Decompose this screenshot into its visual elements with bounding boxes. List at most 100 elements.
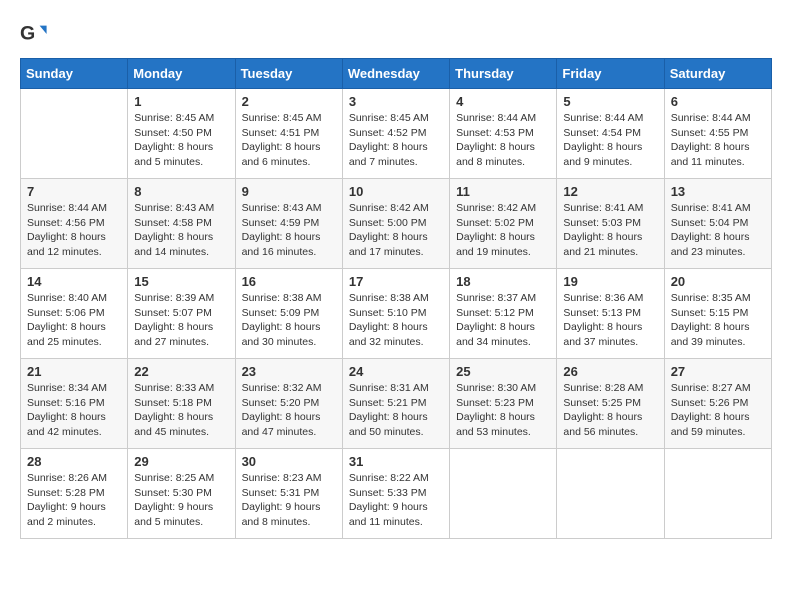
calendar-cell: 5Sunrise: 8:44 AMSunset: 4:54 PMDaylight… <box>557 89 664 179</box>
day-number: 13 <box>671 184 765 199</box>
calendar-cell: 6Sunrise: 8:44 AMSunset: 4:55 PMDaylight… <box>664 89 771 179</box>
day-number: 21 <box>27 364 121 379</box>
day-number: 31 <box>349 454 443 469</box>
day-info: Sunrise: 8:38 AMSunset: 5:10 PMDaylight:… <box>349 291 443 350</box>
day-info: Sunrise: 8:45 AMSunset: 4:51 PMDaylight:… <box>242 111 336 170</box>
day-number: 29 <box>134 454 228 469</box>
calendar-cell: 23 Sunrise: 8:32 AMSunset: 5:20 PMDayligh… <box>235 359 342 449</box>
day-info: Sunrise: 8:38 AMSunset: 5:09 PMDaylight:… <box>242 291 336 350</box>
day-number: 2 <box>242 94 336 109</box>
day-info: Sunrise: 8:33 AMSunset: 5:18 PMDaylight:… <box>134 381 228 440</box>
day-info: Sunrise: 8:44 AMSunset: 4:54 PMDaylight:… <box>563 111 657 170</box>
day-info: Sunrise: 8:45 AMSunset: 4:50 PMDaylight:… <box>134 111 228 170</box>
svg-text:G: G <box>20 23 35 45</box>
day-number: 27 <box>671 364 765 379</box>
day-info: Sunrise: 8:36 AMSunset: 5:13 PMDaylight:… <box>563 291 657 350</box>
day-info: Sunrise: 8:30 AMSunset: 5:23 PMDaylight:… <box>456 381 550 440</box>
day-info: Sunrise: 8:37 AMSunset: 5:12 PMDaylight:… <box>456 291 550 350</box>
day-number: 9 <box>242 184 336 199</box>
day-number: 28 <box>27 454 121 469</box>
day-number: 30 <box>242 454 336 469</box>
day-number: 24 <box>349 364 443 379</box>
day-number: 3 <box>349 94 443 109</box>
day-number: 16 <box>242 274 336 289</box>
day-number: 26 <box>563 364 657 379</box>
day-info: Sunrise: 8:43 AMSunset: 4:58 PMDaylight:… <box>134 201 228 260</box>
day-info: Sunrise: 8:42 AMSunset: 5:00 PMDaylight:… <box>349 201 443 260</box>
day-info: Sunrise: 8:34 AMSunset: 5:16 PMDaylight:… <box>27 381 121 440</box>
calendar-cell: 26 Sunrise: 8:28 AMSunset: 5:25 PMDayligh… <box>557 359 664 449</box>
calendar-cell: 20Sunrise: 8:35 AMSunset: 5:15 PMDayligh… <box>664 269 771 359</box>
day-number: 20 <box>671 274 765 289</box>
calendar-cell: 14 Sunrise: 8:40 AMSunset: 5:06 PMDayligh… <box>21 269 128 359</box>
day-info: Sunrise: 8:43 AMSunset: 4:59 PMDaylight:… <box>242 201 336 260</box>
calendar-cell: 1 Sunrise: 8:45 AMSunset: 4:50 PMDaylight… <box>128 89 235 179</box>
day-info: Sunrise: 8:44 AMSunset: 4:53 PMDaylight:… <box>456 111 550 170</box>
day-info: Sunrise: 8:45 AMSunset: 4:52 PMDaylight:… <box>349 111 443 170</box>
day-info: Sunrise: 8:26 AMSunset: 5:28 PMDaylight:… <box>27 471 121 530</box>
calendar-cell <box>664 449 771 539</box>
calendar-cell: 21 Sunrise: 8:34 AMSunset: 5:16 PMDayligh… <box>21 359 128 449</box>
day-info: Sunrise: 8:44 AMSunset: 4:56 PMDaylight:… <box>27 201 121 260</box>
calendar-cell: 4 Sunrise: 8:44 AMSunset: 4:53 PMDaylight… <box>450 89 557 179</box>
day-info: Sunrise: 8:32 AMSunset: 5:20 PMDaylight:… <box>242 381 336 440</box>
day-number: 11 <box>456 184 550 199</box>
day-of-week-header: Wednesday <box>342 59 449 89</box>
day-number: 14 <box>27 274 121 289</box>
day-info: Sunrise: 8:42 AMSunset: 5:02 PMDaylight:… <box>456 201 550 260</box>
day-of-week-header: Monday <box>128 59 235 89</box>
calendar-cell: 2 Sunrise: 8:45 AMSunset: 4:51 PMDaylight… <box>235 89 342 179</box>
calendar-cell: 13Sunrise: 8:41 AMSunset: 5:04 PMDayligh… <box>664 179 771 269</box>
day-info: Sunrise: 8:28 AMSunset: 5:25 PMDaylight:… <box>563 381 657 440</box>
calendar-cell: 29 Sunrise: 8:25 AMSunset: 5:30 PMDayligh… <box>128 449 235 539</box>
day-of-week-header: Friday <box>557 59 664 89</box>
calendar-cell: 18 Sunrise: 8:37 AMSunset: 5:12 PMDayligh… <box>450 269 557 359</box>
calendar-week-row: 14 Sunrise: 8:40 AMSunset: 5:06 PMDayligh… <box>21 269 772 359</box>
calendar-cell: 19Sunrise: 8:36 AMSunset: 5:13 PMDayligh… <box>557 269 664 359</box>
calendar-cell: 28 Sunrise: 8:26 AMSunset: 5:28 PMDayligh… <box>21 449 128 539</box>
calendar-week-row: 7 Sunrise: 8:44 AMSunset: 4:56 PMDaylight… <box>21 179 772 269</box>
calendar-cell: 15 Sunrise: 8:39 AMSunset: 5:07 PMDayligh… <box>128 269 235 359</box>
calendar-cell: 7 Sunrise: 8:44 AMSunset: 4:56 PMDaylight… <box>21 179 128 269</box>
day-info: Sunrise: 8:25 AMSunset: 5:30 PMDaylight:… <box>134 471 228 530</box>
day-info: Sunrise: 8:27 AMSunset: 5:26 PMDaylight:… <box>671 381 765 440</box>
calendar-week-row: 21 Sunrise: 8:34 AMSunset: 5:16 PMDayligh… <box>21 359 772 449</box>
day-number: 15 <box>134 274 228 289</box>
day-number: 18 <box>456 274 550 289</box>
day-info: Sunrise: 8:31 AMSunset: 5:21 PMDaylight:… <box>349 381 443 440</box>
day-of-week-header: Saturday <box>664 59 771 89</box>
day-of-week-header: Tuesday <box>235 59 342 89</box>
calendar-cell: 3 Sunrise: 8:45 AMSunset: 4:52 PMDaylight… <box>342 89 449 179</box>
calendar-cell: 25Sunrise: 8:30 AMSunset: 5:23 PMDayligh… <box>450 359 557 449</box>
calendar-cell <box>557 449 664 539</box>
logo: G <box>20 20 52 48</box>
day-number: 17 <box>349 274 443 289</box>
day-number: 12 <box>563 184 657 199</box>
page-header: G <box>20 20 772 48</box>
day-number: 22 <box>134 364 228 379</box>
day-number: 1 <box>134 94 228 109</box>
calendar-table: SundayMondayTuesdayWednesdayThursdayFrid… <box>20 58 772 539</box>
day-number: 23 <box>242 364 336 379</box>
logo-icon: G <box>20 20 48 48</box>
calendar-cell <box>450 449 557 539</box>
day-number: 4 <box>456 94 550 109</box>
day-number: 7 <box>27 184 121 199</box>
calendar-week-row: 1 Sunrise: 8:45 AMSunset: 4:50 PMDaylight… <box>21 89 772 179</box>
calendar-cell: 31 Sunrise: 8:22 AMSunset: 5:33 PMDayligh… <box>342 449 449 539</box>
day-info: Sunrise: 8:23 AMSunset: 5:31 PMDaylight:… <box>242 471 336 530</box>
day-number: 8 <box>134 184 228 199</box>
calendar-cell: 9 Sunrise: 8:43 AMSunset: 4:59 PMDaylight… <box>235 179 342 269</box>
day-info: Sunrise: 8:22 AMSunset: 5:33 PMDaylight:… <box>349 471 443 530</box>
calendar-cell: 11 Sunrise: 8:42 AMSunset: 5:02 PMDayligh… <box>450 179 557 269</box>
calendar-cell: 17 Sunrise: 8:38 AMSunset: 5:10 PMDayligh… <box>342 269 449 359</box>
day-of-week-header: Thursday <box>450 59 557 89</box>
calendar-cell: 12 Sunrise: 8:41 AMSunset: 5:03 PMDayligh… <box>557 179 664 269</box>
calendar-cell: 27 Sunrise: 8:27 AMSunset: 5:26 PMDayligh… <box>664 359 771 449</box>
calendar-week-row: 28 Sunrise: 8:26 AMSunset: 5:28 PMDayligh… <box>21 449 772 539</box>
day-info: Sunrise: 8:39 AMSunset: 5:07 PMDaylight:… <box>134 291 228 350</box>
calendar-cell: 16 Sunrise: 8:38 AMSunset: 5:09 PMDayligh… <box>235 269 342 359</box>
day-info: Sunrise: 8:40 AMSunset: 5:06 PMDaylight:… <box>27 291 121 350</box>
calendar-cell <box>21 89 128 179</box>
day-info: Sunrise: 8:41 AMSunset: 5:03 PMDaylight:… <box>563 201 657 260</box>
